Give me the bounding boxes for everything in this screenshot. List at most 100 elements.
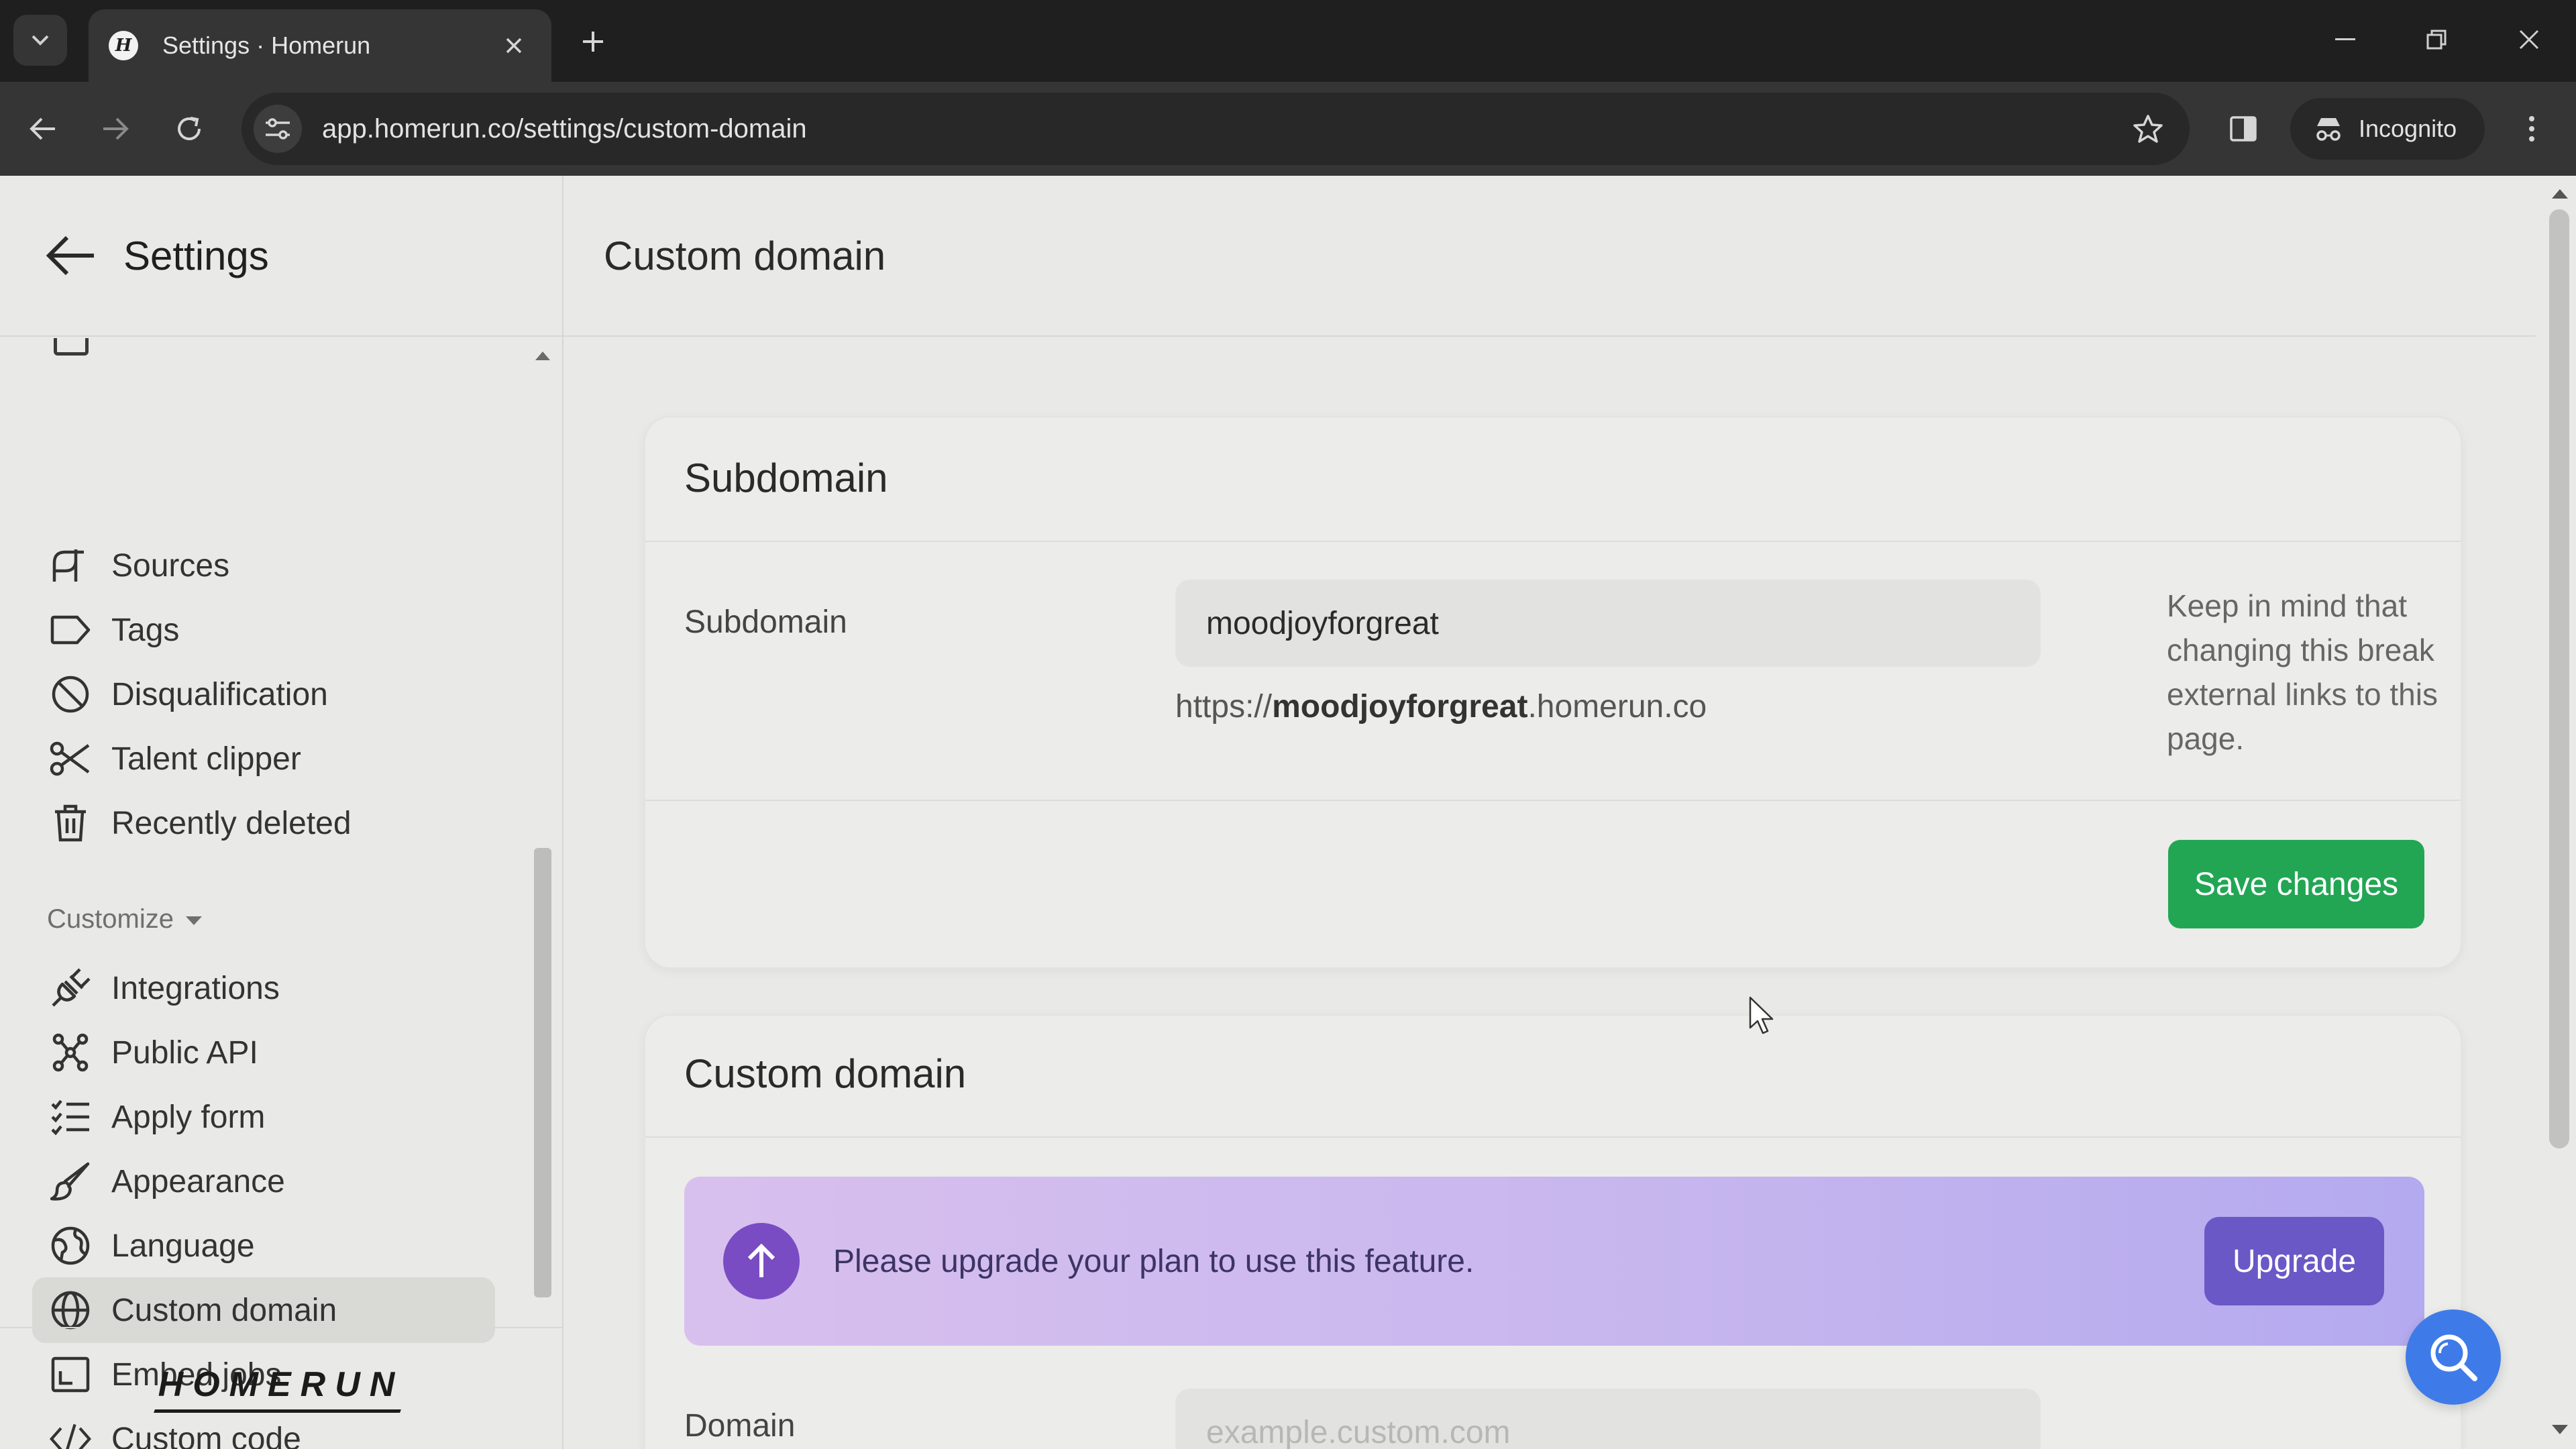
minimize-icon <box>2335 38 2355 40</box>
tag-icon <box>50 609 91 651</box>
url-prefix: https:// <box>1175 689 1273 724</box>
sidebar-item-talent-clipper[interactable]: Talent clipper <box>32 726 495 792</box>
side-panel-icon <box>2230 116 2257 142</box>
chevron-down-icon <box>32 35 49 46</box>
sidebar-title: Settings <box>123 233 269 278</box>
sidebar-footer: HOMERUN <box>0 1327 562 1449</box>
arrow-up-icon <box>747 1244 775 1277</box>
forward-button[interactable] <box>90 103 141 154</box>
side-panel-button[interactable] <box>2218 103 2269 154</box>
restore-button[interactable] <box>2410 16 2463 63</box>
sidebar-item-label: Custom domain <box>111 1292 337 1328</box>
checklist-icon <box>50 1096 91 1138</box>
help-search-button[interactable] <box>2406 1309 2501 1405</box>
arrow-right-icon <box>103 117 129 140</box>
custom-domain-card-title: Custom domain <box>684 1051 967 1096</box>
upgrade-banner: Please upgrade your plan to use this fea… <box>684 1177 2424 1346</box>
upgrade-message: Please upgrade your plan to use this fea… <box>833 1243 1474 1279</box>
sidebar-item-label: Tags <box>111 612 180 648</box>
sources-icon <box>50 545 91 586</box>
url-suffix: .homerun.co <box>1527 689 1707 724</box>
homerun-favicon-icon: H <box>109 31 138 60</box>
custom-domain-card: Custom domain Please upgrade your plan t… <box>644 1014 2462 1449</box>
main-scrollbar[interactable] <box>2542 176 2576 1449</box>
sidebar-item-label: Integrations <box>111 970 280 1006</box>
star-icon <box>2133 115 2163 143</box>
mouse-cursor-icon <box>1749 996 1774 1034</box>
url-subdomain: moodjoyforgreat <box>1272 689 1528 724</box>
address-bar[interactable]: app.homerun.co/settings/custom-domain <box>241 93 2190 165</box>
upgrade-button[interactable]: Upgrade <box>2204 1217 2384 1305</box>
main-header: Custom domain <box>564 176 2536 337</box>
browser-tab-bar: H Settings · Homerun <box>0 0 2576 82</box>
plug-icon <box>50 967 91 1009</box>
sidebar-item-integrations[interactable]: Integrations <box>32 955 495 1021</box>
settings-back-button[interactable] <box>38 222 105 289</box>
new-tab-button[interactable] <box>568 16 619 67</box>
close-window-button[interactable] <box>2502 16 2556 63</box>
scroll-up-arrow-icon[interactable] <box>535 352 550 360</box>
globe-language-icon <box>50 1225 91 1267</box>
browser-toolbar: app.homerun.co/settings/custom-domain In… <box>0 82 2576 176</box>
scroll-up-arrow-icon[interactable] <box>2552 189 2568 199</box>
tab-search-dropdown[interactable] <box>13 15 67 66</box>
sidebar-item-appearance[interactable]: Appearance <box>32 1148 495 1214</box>
sidebar-item-label: Sources <box>111 547 230 584</box>
tab-title: Settings · Homerun <box>162 32 371 59</box>
close-icon <box>506 38 522 54</box>
sidebar-scroll-thumb[interactable] <box>534 848 551 1297</box>
subdomain-card-title: Subdomain <box>684 455 888 500</box>
sidebar-header: Settings <box>0 176 562 337</box>
sidebar-item-label: Language <box>111 1228 255 1264</box>
subdomain-input[interactable] <box>1175 580 2041 667</box>
sidebar-nav[interactable]: Sources Tags Disqualification Talent cli… <box>0 338 530 1449</box>
subdomain-hint: Keep in mind that changing this break ex… <box>2167 588 2438 756</box>
sidebar-item-tags[interactable]: Tags <box>32 597 495 663</box>
sidebar-item-apply-form[interactable]: Apply form <box>32 1084 495 1150</box>
card-divider <box>645 1136 2461 1138</box>
app: Settings Sources Tags Disqualification T… <box>0 176 2576 1449</box>
sidebar-item-disqualification[interactable]: Disqualification <box>32 661 495 727</box>
sidebar-item-label: Apply form <box>111 1099 266 1135</box>
incognito-indicator[interactable]: Incognito <box>2290 98 2485 160</box>
more-vertical-icon <box>2529 116 2534 142</box>
browser-tab-active[interactable]: H Settings · Homerun <box>89 9 551 82</box>
trash-icon <box>50 802 91 844</box>
ban-icon <box>50 674 91 715</box>
domain-input[interactable] <box>1175 1389 2041 1449</box>
homerun-logo: HOMERUN <box>158 1364 405 1413</box>
sidebar-item-sources[interactable]: Sources <box>32 533 495 598</box>
subdomain-field-label: Subdomain <box>684 604 847 640</box>
sidebar-item-language[interactable]: Language <box>32 1213 495 1279</box>
back-button[interactable] <box>17 103 68 154</box>
domain-field-label: Domain <box>684 1408 796 1444</box>
sidebar-scrollbar[interactable] <box>533 352 553 1449</box>
url-text: app.homerun.co/settings/custom-domain <box>322 113 807 144</box>
incognito-icon <box>2316 118 2341 141</box>
save-changes-button[interactable]: Save changes <box>2168 840 2424 928</box>
minimize-button[interactable] <box>2318 16 2372 63</box>
section-label: Customize <box>47 904 174 934</box>
tab-close-button[interactable] <box>496 28 531 63</box>
sidebar-item-recently-deleted[interactable]: Recently deleted <box>32 790 495 856</box>
subdomain-card: Subdomain Subdomain https://moodjoyforgr… <box>644 416 2462 969</box>
bookmark-button[interactable] <box>2123 103 2174 154</box>
browser-menu-button[interactable] <box>2506 103 2557 154</box>
scroll-down-arrow-icon[interactable] <box>2552 1425 2568 1434</box>
subdomain-url-preview: https://moodjoyforgreat.homerun.co <box>1175 688 1707 725</box>
brush-icon <box>50 1161 91 1202</box>
api-icon <box>50 1032 91 1073</box>
plus-icon <box>583 32 603 52</box>
main-scroll-thumb[interactable] <box>2549 209 2569 1148</box>
sidebar-item-label: Disqualification <box>111 676 328 712</box>
site-info-button[interactable] <box>254 105 302 153</box>
reload-button[interactable] <box>164 103 215 154</box>
sidebar-item-public-api[interactable]: Public API <box>32 1020 495 1085</box>
reload-icon <box>178 117 201 140</box>
partial-nav-icon <box>54 338 89 356</box>
sidebar-item-label: Talent clipper <box>111 741 301 777</box>
sidebar-item-label: Public API <box>111 1034 258 1071</box>
customize-section-toggle[interactable]: Customize <box>47 904 202 934</box>
close-icon <box>2519 30 2539 50</box>
settings-sidebar: Settings Sources Tags Disqualification T… <box>0 176 564 1449</box>
